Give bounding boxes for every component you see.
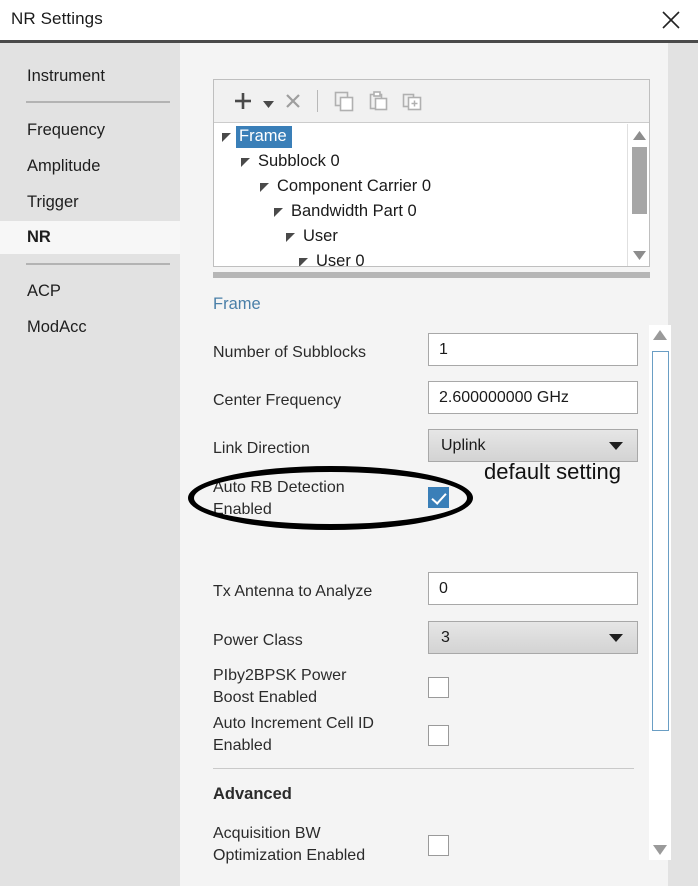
settings-sidebar: Instrument Frequency Amplitude Trigger N…: [0, 43, 180, 886]
expand-triangle-icon[interactable]: [220, 130, 233, 143]
tree-node-frame[interactable]: Frame: [214, 124, 649, 149]
label-pi2bpsk-line2: Boost Enabled: [213, 689, 318, 706]
scroll-down-arrow-icon[interactable]: [628, 245, 650, 265]
tree-node-component-carrier-0[interactable]: Component Carrier 0: [214, 174, 649, 199]
sidebar-item-label: Trigger: [27, 193, 79, 211]
chevron-down-icon: [609, 441, 623, 450]
sidebar-item-amplitude[interactable]: Amplitude: [0, 150, 180, 183]
copy-icon[interactable]: [327, 84, 361, 118]
duplicate-icon[interactable]: [395, 84, 429, 118]
sidebar-item-label: Instrument: [27, 67, 105, 85]
sidebar-item-frequency[interactable]: Frequency: [0, 114, 180, 147]
row-number-of-subblocks: Number of Subblocks 1: [213, 333, 650, 373]
sidebar-item-label: Amplitude: [27, 157, 101, 175]
row-acquisition-bw-optimization: Acquisition BW Optimization Enabled: [213, 823, 650, 865]
checkbox-acquisition-bw-optimization[interactable]: [428, 835, 449, 856]
form-divider: [213, 768, 634, 769]
advanced-section-heading: Advanced: [213, 785, 292, 803]
tree-node-label: User 0: [316, 251, 365, 267]
checkbox-auto-rb-detection[interactable]: [428, 487, 449, 508]
window-title: NR Settings: [11, 9, 103, 28]
label-auto-rb-detection-line1: Auto RB Detection: [213, 479, 345, 496]
expand-triangle-icon[interactable]: [297, 255, 310, 266]
form-vertical-scrollbar[interactable]: [649, 325, 671, 860]
sidebar-item-label: ModAcc: [27, 318, 87, 336]
sidebar-item-label: NR: [27, 228, 51, 246]
section-link-frame[interactable]: Frame: [213, 295, 261, 314]
settings-form: Frame Number of Subblocks 1 Center Frequ…: [213, 295, 650, 865]
sidebar-item-trigger[interactable]: Trigger: [0, 186, 180, 219]
delete-icon[interactable]: [276, 84, 310, 118]
sidebar-item-instrument[interactable]: Instrument: [0, 60, 180, 93]
label-pi2bpsk-line1: PIby2BPSK Power: [213, 667, 347, 684]
row-tx-antenna: Tx Antenna to Analyze 0: [213, 572, 650, 612]
label-acq-bw-line1: Acquisition BW: [213, 825, 321, 842]
tree-node-label: Bandwidth Part 0: [291, 201, 417, 220]
component-tree: Frame Subblock 0 Component Carrier 0 Ban…: [214, 124, 649, 266]
expand-triangle-icon[interactable]: [272, 205, 285, 218]
sidebar-item-label: ACP: [27, 282, 61, 300]
paste-icon[interactable]: [361, 84, 395, 118]
tree-node-label: Component Carrier 0: [277, 176, 432, 195]
sidebar-item-label: Frequency: [27, 121, 105, 139]
scroll-up-arrow-icon[interactable]: [649, 325, 671, 345]
close-icon[interactable]: [652, 4, 690, 36]
tree-vertical-scrollbar[interactable]: [627, 124, 649, 266]
label-auto-cell-line1: Auto Increment Cell ID: [213, 715, 374, 732]
row-auto-increment-cell-id: Auto Increment Cell ID Enabled: [213, 713, 650, 761]
row-center-frequency: Center Frequency 2.600000000 GHz: [213, 381, 650, 421]
select-power-class-value: 3: [441, 628, 450, 646]
input-center-frequency[interactable]: 2.600000000 GHz: [428, 381, 638, 414]
row-pi2bpsk-power-boost: PIby2BPSK Power Boost Enabled: [213, 665, 650, 713]
expand-triangle-icon[interactable]: [239, 155, 252, 168]
dialog-right-gutter: [668, 43, 698, 886]
label-acq-bw-line2: Optimization Enabled: [213, 847, 366, 864]
checkbox-pi2bpsk-power-boost[interactable]: [428, 677, 449, 698]
expand-triangle-icon[interactable]: [284, 230, 297, 243]
label-link-direction: Link Direction: [213, 440, 310, 457]
form-scrollbar-thumb[interactable]: [652, 351, 669, 731]
tree-node-user[interactable]: User: [214, 224, 649, 249]
tree-node-subblock-0[interactable]: Subblock 0: [214, 149, 649, 174]
tree-node-bandwidth-part-0[interactable]: Bandwidth Part 0: [214, 199, 649, 224]
label-auto-cell-line2: Enabled: [213, 737, 272, 754]
tree-node-user-0[interactable]: User 0: [214, 249, 649, 266]
input-tx-antenna[interactable]: 0: [428, 572, 638, 605]
add-icon[interactable]: [226, 84, 260, 118]
annotation-default-setting-text: default setting: [484, 459, 621, 484]
chevron-down-icon: [609, 633, 623, 642]
label-power-class: Power Class: [213, 632, 303, 649]
checkbox-auto-increment-cell-id[interactable]: [428, 725, 449, 746]
select-link-direction-value: Uplink: [441, 436, 486, 454]
tree-node-label: User: [303, 226, 338, 245]
scroll-down-arrow-icon[interactable]: [649, 840, 671, 860]
label-auto-rb-detection-line2: Enabled: [213, 501, 272, 518]
select-power-class[interactable]: 3: [428, 621, 638, 654]
label-tx-antenna: Tx Antenna to Analyze: [213, 583, 373, 600]
tree-scrollbar-thumb[interactable]: [632, 147, 647, 214]
scroll-up-arrow-icon[interactable]: [628, 125, 650, 145]
tree-horizontal-scrollbar[interactable]: [213, 272, 650, 279]
label-center-frequency: Center Frequency: [213, 392, 342, 409]
sidebar-item-modacc[interactable]: ModAcc: [0, 311, 180, 344]
label-number-of-subblocks: Number of Subblocks: [213, 344, 366, 361]
tree-toolbar: [214, 80, 649, 123]
nr-settings-dialog: NR Settings Instrument Frequency Amplitu…: [0, 0, 698, 886]
tree-node-label: Frame: [236, 125, 292, 148]
select-link-direction[interactable]: Uplink: [428, 429, 638, 462]
input-number-of-subblocks[interactable]: 1: [428, 333, 638, 366]
tree-node-label: Subblock 0: [258, 151, 340, 170]
toolbar-separator: [317, 90, 318, 112]
tree-hscrollbar-thumb[interactable]: [213, 272, 650, 278]
sidebar-item-nr[interactable]: NR: [0, 221, 180, 254]
row-power-class: Power Class 3: [213, 621, 650, 661]
window-titlebar: NR Settings: [0, 0, 698, 40]
sidebar-divider-2: [26, 263, 170, 265]
expand-triangle-icon[interactable]: [258, 180, 271, 193]
sidebar-divider-1: [26, 101, 170, 103]
add-dropdown-caret-icon[interactable]: [260, 84, 276, 118]
component-tree-panel: Frame Subblock 0 Component Carrier 0 Ban…: [213, 79, 650, 267]
sidebar-item-acp[interactable]: ACP: [0, 275, 180, 308]
